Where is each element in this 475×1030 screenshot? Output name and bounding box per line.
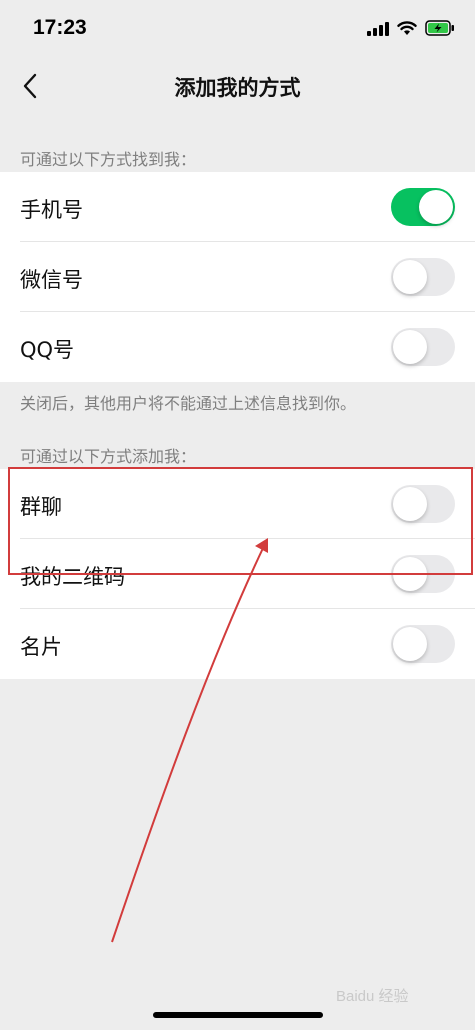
status-icons (367, 17, 455, 39)
wifi-icon (397, 20, 417, 36)
setting-label-qr-code: 我的二维码 (20, 565, 125, 589)
page-title: 添加我的方式 (174, 76, 301, 100)
setting-label-phone: 手机号 (20, 198, 83, 222)
setting-row-phone: 手机号 (0, 172, 475, 242)
toggle-knob (393, 330, 427, 364)
add-me-group: 群聊 我的二维码 名片 (0, 469, 475, 679)
home-indicator[interactable] (153, 1012, 323, 1018)
add-me-caption: 可通过以下方式添加我： (20, 447, 197, 466)
setting-label-business-card: 名片 (20, 635, 62, 659)
toggle-knob (393, 627, 427, 661)
toggle-qr-code[interactable] (391, 555, 455, 593)
navigation-bar: 添加我的方式 (0, 58, 475, 114)
toggle-qq[interactable] (391, 328, 455, 366)
setting-row-qr-code: 我的二维码 (0, 539, 475, 609)
battery-charging-icon (425, 20, 455, 36)
setting-row-group-chat: 群聊 (0, 469, 475, 539)
toggle-wechat-id[interactable] (391, 258, 455, 296)
status-time: 17:23 (33, 16, 87, 39)
toggle-group-chat[interactable] (391, 485, 455, 523)
toggle-knob (419, 190, 453, 224)
setting-row-wechat-id: 微信号 (0, 242, 475, 312)
setting-label-wechat-id: 微信号 (20, 268, 83, 292)
status-bar: 17:23 (0, 0, 475, 58)
setting-label-qq: QQ号 (20, 338, 75, 362)
toggle-knob (393, 260, 427, 294)
setting-row-business-card: 名片 (0, 609, 475, 679)
find-me-caption: 可通过以下方式找到我： (20, 150, 197, 169)
toggle-phone[interactable] (391, 188, 455, 226)
find-me-footer-note: 关闭后，其他用户将不能通过上述信息找到你。 (20, 394, 357, 413)
toggle-business-card[interactable] (391, 625, 455, 663)
signal-icon (367, 21, 389, 36)
find-me-group: 手机号 微信号 QQ号 (0, 172, 475, 382)
toggle-knob (393, 557, 427, 591)
toggle-knob (393, 487, 427, 521)
watermark: Baidu 经验 (336, 988, 409, 1005)
setting-label-group-chat: 群聊 (20, 495, 62, 519)
setting-row-qq: QQ号 (0, 312, 475, 382)
